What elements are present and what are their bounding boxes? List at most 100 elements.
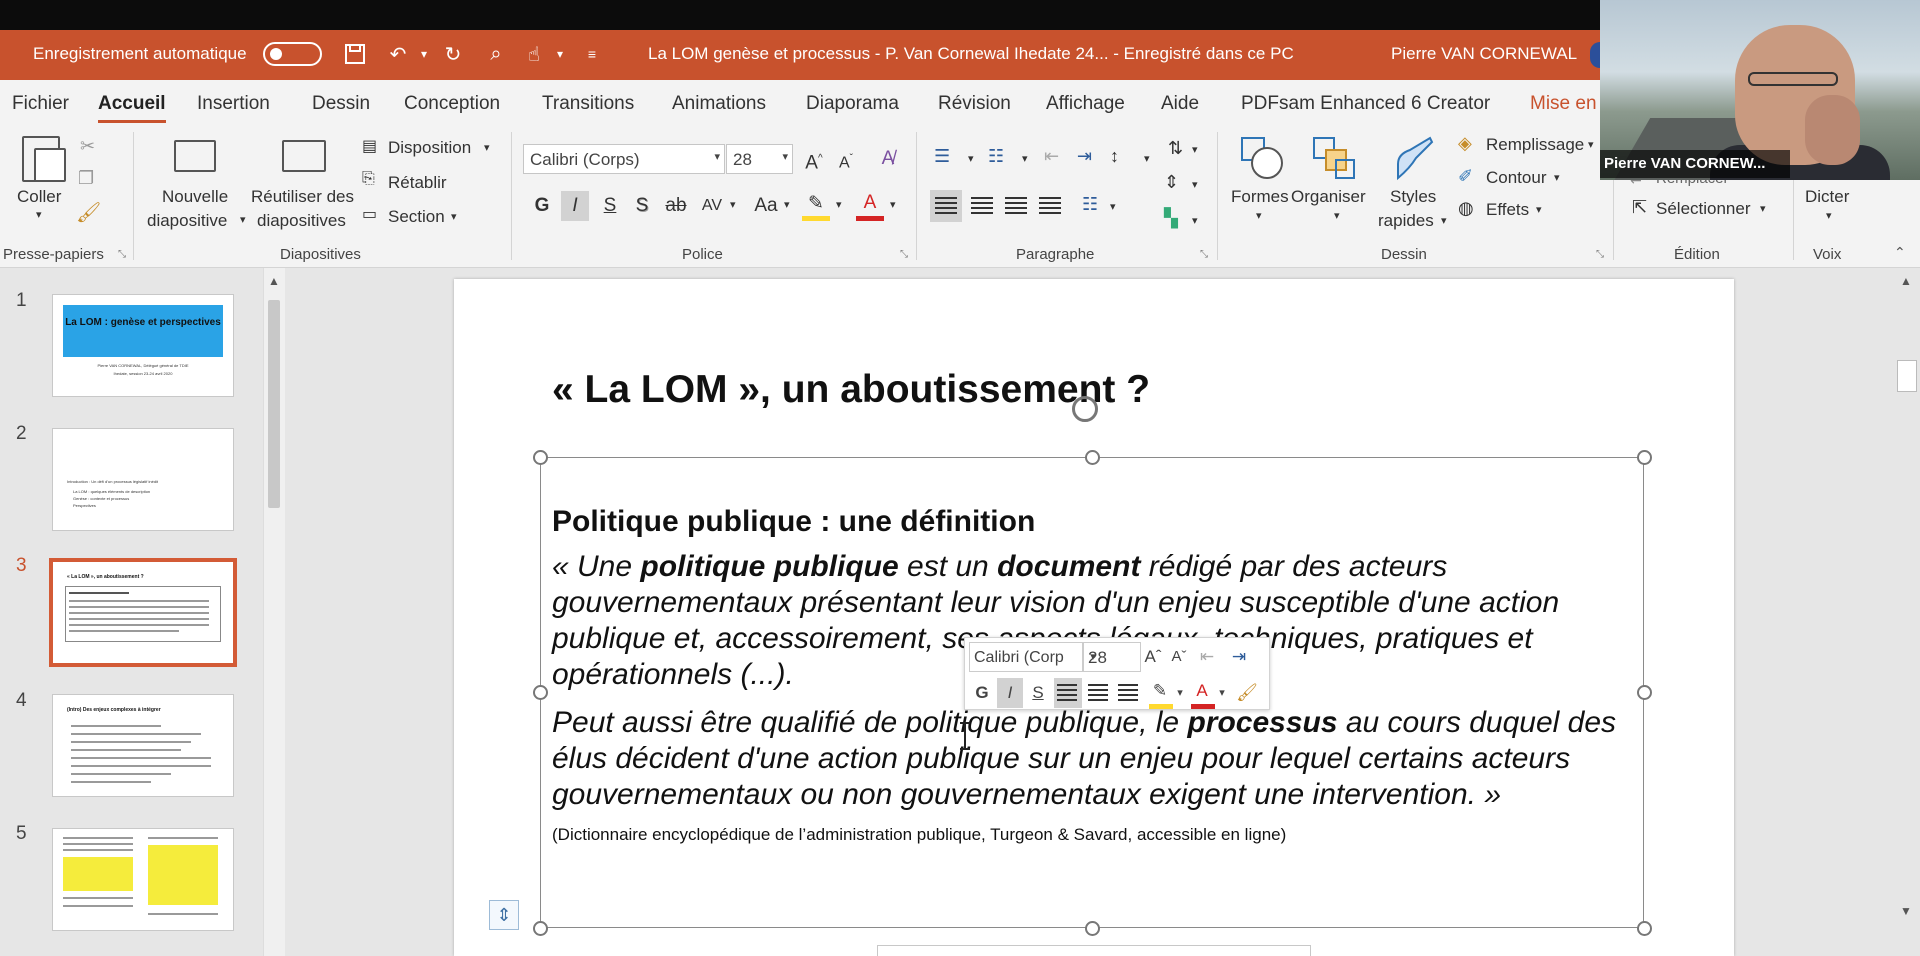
resize-handle[interactable] (533, 921, 548, 936)
mini-decrease-indent-icon[interactable]: ⇤ (1193, 642, 1221, 672)
tab-revision[interactable]: Révision (938, 93, 1011, 115)
quick-styles-icon[interactable] (1392, 134, 1436, 182)
mini-align-right-button[interactable] (1115, 678, 1143, 708)
strikethrough-button[interactable]: ab (662, 191, 690, 221)
align-text-icon[interactable]: ⇕ (1164, 172, 1179, 193)
paste-dropdown-icon[interactable]: ▾ (36, 208, 42, 221)
text-direction-dropdown-icon[interactable]: ▾ (1192, 143, 1198, 156)
mini-highlight-dropdown-icon[interactable]: ▾ (1173, 678, 1187, 708)
resize-handle[interactable] (1085, 921, 1100, 936)
new-slide-label-2[interactable]: diapositive (147, 211, 227, 231)
align-right-button[interactable] (1000, 190, 1032, 222)
slide-thumbnail-4[interactable]: (Intro) Des enjeux complexes à intégrer (52, 694, 234, 797)
new-slide-dropdown-icon[interactable]: ▾ (240, 213, 246, 226)
mini-font-size-field[interactable]: 28 (1083, 642, 1141, 672)
line-spacing-dropdown-icon[interactable]: ▾ (1144, 152, 1150, 165)
reuse-slides-label-1[interactable]: Réutiliser des (251, 187, 354, 207)
mini-underline-button[interactable]: S (1025, 678, 1051, 708)
cut-icon[interactable]: ✂ (80, 136, 95, 157)
touch-dropdown-icon[interactable]: ▾ (548, 42, 572, 66)
font-name-dropdown-icon[interactable]: ▾ (714, 150, 720, 163)
tab-fichier[interactable]: Fichier (12, 93, 69, 115)
arrange-dropdown-icon[interactable]: ▾ (1334, 209, 1340, 222)
reuse-slides-icon[interactable] (282, 140, 326, 172)
tab-dessin[interactable]: Dessin (312, 93, 370, 115)
char-spacing-dropdown-icon[interactable]: ▾ (730, 198, 736, 211)
section-dropdown-icon[interactable]: ▾ (451, 210, 457, 223)
mini-font-name-field[interactable]: Calibri (Corp (969, 642, 1083, 672)
numbering-icon[interactable]: ☷ (988, 146, 1004, 167)
change-case-button[interactable]: Aa (748, 191, 784, 221)
tab-aide[interactable]: Aide (1161, 93, 1199, 115)
rotate-handle-icon[interactable] (1072, 396, 1098, 422)
font-name-field[interactable]: Calibri (Corps) ▾ (523, 144, 725, 174)
slide-canvas[interactable]: « La LOM », un aboutissement ? Politique… (454, 279, 1734, 956)
thumbnails-scrollbar[interactable]: ▲ (263, 268, 285, 956)
mini-align-left-button[interactable] (1054, 678, 1082, 708)
highlight-icon[interactable]: ✎ (802, 189, 830, 219)
arrange-icon[interactable] (1312, 136, 1356, 180)
shape-fill-icon[interactable]: ◈ (1458, 133, 1472, 154)
smartart-dropdown-icon[interactable]: ▾ (1192, 214, 1198, 227)
shapes-dropdown-icon[interactable]: ▾ (1256, 209, 1262, 222)
tab-conception[interactable]: Conception (404, 93, 500, 115)
align-left-button[interactable] (930, 190, 962, 222)
quick-styles-label-2[interactable]: rapides (1378, 211, 1434, 231)
new-slide-label-1[interactable]: Nouvelle (162, 187, 228, 207)
mini-shrink-font-icon[interactable]: Aˇ (1167, 642, 1191, 672)
change-case-dropdown-icon[interactable]: ▾ (784, 198, 790, 211)
section-button[interactable]: Section (388, 207, 445, 227)
autosave-toggle[interactable] (263, 42, 322, 66)
format-painter-icon[interactable]: 🖌 (76, 200, 101, 225)
char-spacing-button[interactable]: AV (698, 191, 726, 221)
mini-highlight-icon[interactable]: ✎ (1147, 676, 1173, 706)
resize-handle[interactable] (533, 450, 548, 465)
scrollbar-thumb[interactable] (1897, 360, 1917, 392)
reset-icon[interactable]: ⎘ (362, 170, 375, 188)
paragraph-launcher-icon[interactable]: ⤡ (1200, 249, 1208, 260)
slideshow-icon[interactable]: ⌕ (484, 42, 508, 66)
mini-bold-button[interactable]: G (969, 678, 995, 708)
layout-button[interactable]: Disposition (388, 138, 471, 158)
undo-icon[interactable]: ↶ (386, 42, 410, 66)
numbering-dropdown-icon[interactable]: ▾ (1022, 152, 1028, 165)
slide-thumbnail-3[interactable]: « La LOM », un aboutissement ? (49, 558, 237, 667)
redo-icon[interactable]: ↻ (441, 42, 465, 66)
increase-indent-icon[interactable]: ⇥ (1077, 146, 1092, 167)
columns-icon[interactable]: ☷ (1082, 194, 1098, 215)
drawing-launcher-icon[interactable]: ⤡ (1596, 249, 1604, 260)
collapse-ribbon-icon[interactable]: ⌃ (1894, 244, 1906, 261)
shape-effects-icon[interactable]: ◍ (1458, 198, 1474, 219)
shape-effects-button[interactable]: Effets (1486, 200, 1529, 220)
font-size-dropdown-icon[interactable]: ▾ (782, 150, 788, 163)
touch-mode-icon[interactable]: ☝ (522, 42, 546, 66)
arrange-button[interactable]: Organiser (1291, 187, 1366, 207)
autofit-options-icon[interactable]: ⇕ (489, 900, 519, 930)
mini-italic-button[interactable]: I (997, 678, 1023, 708)
justify-button[interactable] (1034, 190, 1066, 222)
slide-thumbnail-2[interactable]: Introduction : Un défi d'un processus lé… (52, 428, 234, 531)
tab-pdfsam[interactable]: PDFsam Enhanced 6 Creator (1241, 93, 1490, 115)
shape-outline-dropdown-icon[interactable]: ▾ (1554, 171, 1560, 184)
bullets-icon[interactable]: ☰ (934, 146, 950, 167)
smartart-icon[interactable]: ▚ (1164, 208, 1178, 229)
clear-format-icon[interactable]: A̸ (874, 144, 902, 174)
mini-format-painter-icon[interactable]: 🖌 (1233, 678, 1261, 708)
new-slide-icon[interactable] (174, 140, 216, 172)
slide-thumbnail-1[interactable]: La LOM : genèse et perspectives Pierre V… (52, 294, 234, 397)
slide-thumbnail-5[interactable] (52, 828, 234, 931)
shape-fill-dropdown-icon[interactable]: ▾ (1588, 138, 1594, 151)
align-center-button[interactable] (966, 190, 998, 222)
mini-font-color-button[interactable]: A (1189, 676, 1215, 706)
tab-mise-en-forme[interactable]: Mise en (1530, 93, 1597, 115)
shape-effects-dropdown-icon[interactable]: ▾ (1536, 203, 1542, 216)
save-icon[interactable] (343, 42, 367, 66)
bullets-dropdown-icon[interactable]: ▾ (968, 152, 974, 165)
scrollbar-thumb[interactable] (268, 300, 280, 508)
dictate-dropdown-icon[interactable]: ▾ (1826, 209, 1832, 222)
shrink-font-button[interactable]: Aˇ (832, 144, 860, 174)
paste-button[interactable]: Coller (17, 187, 61, 207)
grow-font-button[interactable]: A^ (800, 144, 828, 174)
mini-grow-font-icon[interactable]: Aˆ (1141, 642, 1165, 672)
align-text-dropdown-icon[interactable]: ▾ (1192, 178, 1198, 191)
